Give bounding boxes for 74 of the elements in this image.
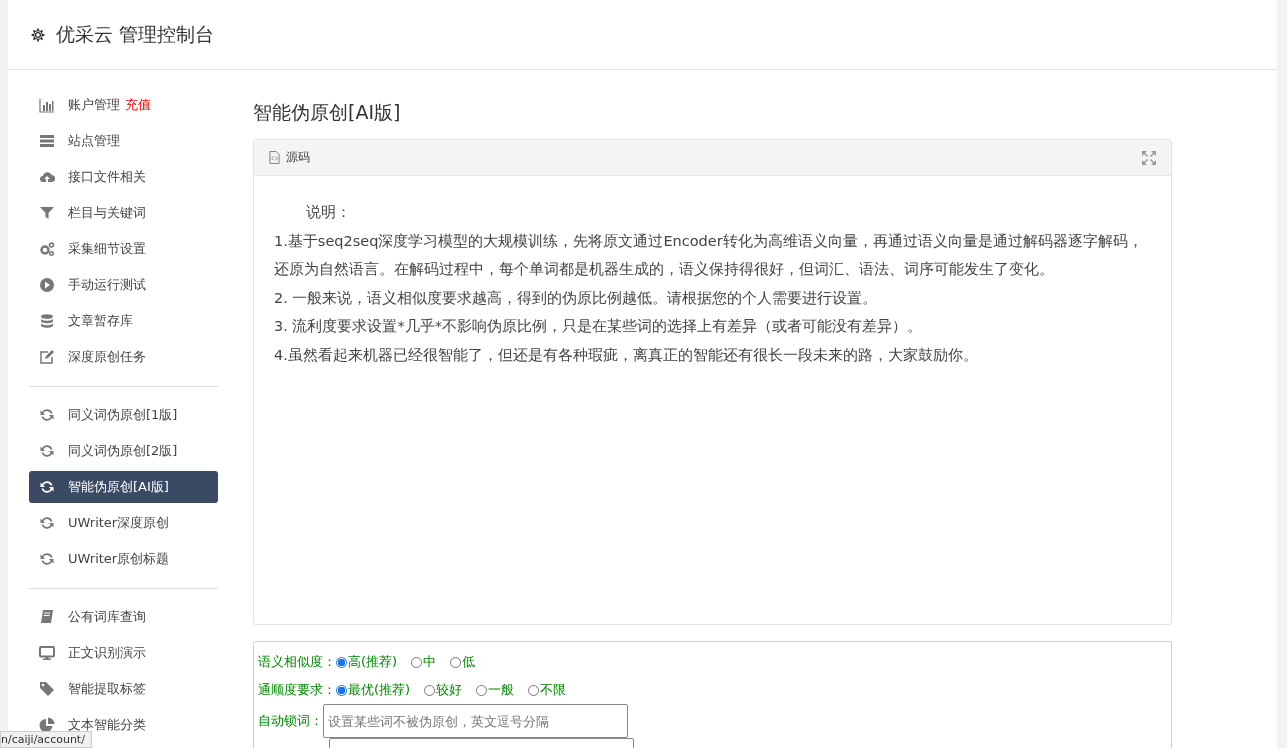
paragraph: 2. 一般来说，语义相似度要求越高，得到的伪原比例越低。请根据您的个人需要进行设置。 [274, 288, 879, 308]
item-label: 智能伪原创[AI版] [68, 478, 169, 496]
sidebar-item[interactable]: 深度原创任务 [29, 341, 218, 373]
paragraph: 3. 流利度要求设置*几乎*不影响伪原比例，只是在某些词的选择上有差异（或者可能没有差异）。 [274, 317, 923, 336]
radio-option[interactable]: 不限 [528, 681, 567, 699]
radio-option[interactable]: 低 [450, 653, 476, 671]
item-label: 文章暂存库 [68, 312, 133, 330]
cloud-upload-icon [39, 169, 55, 185]
book-icon [39, 609, 55, 625]
sidebar-item[interactable]: 正文识别演示 [29, 637, 218, 669]
sidebar-item[interactable]: 智能提取标签 [29, 673, 218, 705]
item-label: 同义词伪原创[1版] [68, 406, 178, 424]
field-label: 通顺度要求： [258, 681, 336, 699]
item-label: 深度原创任务 [68, 348, 146, 366]
text-field[interactable]: 设置某些词不被伪原创，英文逗号分隔 [323, 704, 628, 738]
page-title: 智能伪原创[AI版] [253, 100, 402, 125]
field-label: 语义相似度： [258, 653, 336, 671]
section-heading: 说明： [305, 203, 352, 222]
sidebar-item[interactable]: 栏目与关键词 [29, 197, 218, 229]
play-icon [39, 277, 55, 293]
item-label: 正文识别演示 [68, 644, 146, 662]
radio-option[interactable]: 较好 [424, 681, 463, 699]
database-icon [39, 313, 55, 329]
sidebar-item[interactable]: 同义词伪原创[1版] [29, 399, 218, 431]
sidebar-item[interactable]: 公有词库查询 [29, 601, 218, 633]
radio-option[interactable]: 一般 [476, 681, 515, 699]
sidebar-item[interactable]: 同义词伪原创[2版] [29, 435, 218, 467]
item-label: 栏目与关键词 [68, 204, 146, 222]
item-label: 站点管理 [68, 132, 120, 150]
sidebar-item[interactable]: 站点管理 [29, 125, 218, 157]
status-url-tooltip: n/caiji/account/ [0, 731, 92, 748]
paragraph: 1.基于seq2seq深度学习模型的大规模训练，先将原文通过Encoder转化为高维语义向量，再通过语义向量是通过解码器逐字解码，还原为自然语言。在解码过程中，每个单词都是机器生成的，语义保持得很好，但词汇、语法、词序可能发生了变化。 [274, 231, 1144, 279]
edit-icon [39, 349, 55, 365]
edit-icon [39, 515, 55, 531]
sidebar-item[interactable]: 文章暂存库 [29, 305, 218, 337]
bar-chart-icon [39, 97, 55, 113]
item-label: 账户管理 [68, 96, 120, 114]
source-tab[interactable]: 源码 [269, 149, 310, 166]
item-label: UWriter原创标题 [68, 550, 170, 568]
paragraph: 4.虽然看起来机器已经很智能了，但还是有各种瑕疵，离真正的智能还有很长一段未来的路，大家鼓励你。 [274, 345, 979, 365]
item-label: 接口文件相关 [68, 168, 146, 186]
filter-icon [39, 205, 55, 221]
refresh-icon [39, 479, 55, 495]
item-label: 文本智能分类 [68, 716, 146, 734]
fullscreen-icon[interactable] [1142, 150, 1156, 165]
gears-icon [39, 241, 55, 257]
item-label: 公有词库查询 [68, 608, 146, 626]
sidebar-item[interactable]: 智能伪原创[AI版] [29, 471, 218, 503]
settings-icon [30, 26, 46, 43]
sidebar-item[interactable]: 采集细节设置 [29, 233, 218, 265]
recharge-link[interactable]: 充值 [125, 96, 151, 114]
field-label: 自动锁词： [258, 712, 323, 730]
sidebar-item[interactable]: 接口文件相关 [29, 161, 218, 193]
item-label: UWriter深度原创 [68, 514, 170, 532]
item-label: 智能提取标签 [68, 680, 146, 698]
item-label: 采集细节设置 [68, 240, 146, 258]
sidebar-item[interactable]: 手动运行测试 [29, 269, 218, 301]
server-icon [39, 133, 55, 149]
app-title: 优采云 管理控制台 [56, 21, 215, 47]
item-label: 手动运行测试 [68, 276, 146, 294]
sidebar-item[interactable]: UWriter原创标题 [29, 543, 218, 575]
radio-option[interactable]: 高(推荐) [336, 653, 398, 671]
sidebar-item[interactable]: 账户管理 充值 [29, 89, 218, 121]
tag-icon [39, 681, 55, 697]
edit-icon [39, 551, 55, 567]
monitor-icon [39, 645, 55, 661]
sidebar-item[interactable]: UWriter深度原创 [29, 507, 218, 539]
radio-option[interactable]: 中 [411, 653, 437, 671]
radio-option[interactable]: 最优(推荐) [336, 681, 411, 699]
code-file-icon [269, 151, 280, 164]
refresh-icon [39, 443, 55, 459]
item-label: 同义词伪原创[2版] [68, 442, 178, 460]
pie-chart-icon [39, 717, 55, 733]
refresh-icon [39, 407, 55, 423]
